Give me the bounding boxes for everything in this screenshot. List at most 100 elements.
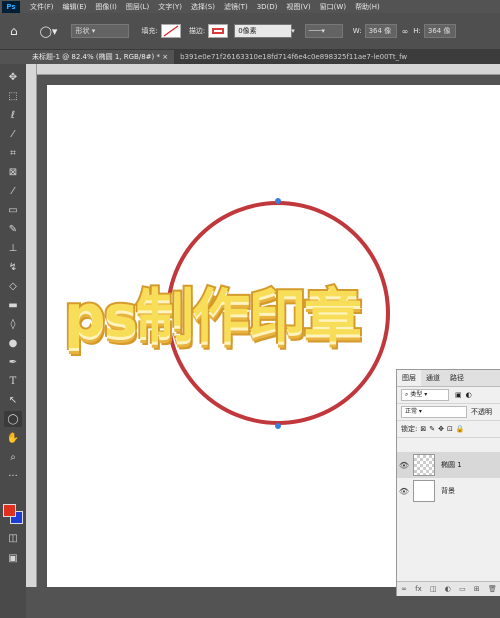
stroke-width-field[interactable]: 0像素: [234, 24, 293, 38]
group-icon[interactable]: ▭: [459, 585, 466, 593]
lock-row: 锁定: ⊠ ✎ ✥ ⊡ 🔒: [397, 421, 500, 438]
layer-row-background[interactable]: 👁 背景: [397, 478, 500, 504]
stroke-swatch[interactable]: [208, 24, 229, 38]
opacity-label: 不透明: [471, 408, 492, 416]
tab-image-file[interactable]: b391e0e71f26163310e18fd714f6e4c0e898325f…: [174, 50, 413, 64]
menu-image[interactable]: 图像(I): [95, 2, 117, 12]
stamp-icon[interactable]: ⊥: [4, 240, 22, 256]
fill-swatch[interactable]: [160, 24, 181, 38]
width-input[interactable]: 364 像: [364, 24, 397, 38]
gradient-icon[interactable]: ▬: [4, 297, 22, 313]
visibility-eye-icon[interactable]: 👁: [397, 487, 411, 496]
link-icon[interactable]: ∞: [402, 27, 409, 36]
lock-all-icon[interactable]: 🔒: [456, 425, 465, 433]
lasso-icon[interactable]: ℓ: [4, 107, 22, 123]
layers-panel: 图层 通道 路径 ⌕ 类型 ▾ ▣ ◐ 正常 ▾ 不透明 锁定: ⊠ ✎ ✥ ⊡…: [396, 369, 500, 596]
tab-label: b391e0e71f26163310e18fd714f6e4c0e898325f…: [180, 53, 408, 61]
layer-name: 椭圆 1: [441, 461, 462, 469]
tab-channels[interactable]: 通道: [421, 373, 445, 383]
move-icon[interactable]: ✥: [4, 69, 22, 85]
tab-untitled-1[interactable]: 未标题-1 @ 82.4% (椭圆 1, RGB/8#) * ×: [26, 50, 175, 64]
stroke-width-dropdown[interactable]: ▾: [291, 27, 295, 35]
workspace-background: [26, 587, 396, 618]
fill-label: 填充:: [141, 27, 158, 35]
path-select-icon[interactable]: ↖: [4, 392, 22, 408]
blend-row: 正常 ▾ 不透明: [397, 404, 500, 421]
ellipse-icon[interactable]: ◯: [4, 411, 22, 427]
menu-edit[interactable]: 编辑(E): [63, 2, 87, 12]
menu-select[interactable]: 选择(S): [191, 2, 215, 12]
menu-layer[interactable]: 图层(L): [126, 2, 149, 12]
eyedropper-icon[interactable]: ⁄: [4, 183, 22, 199]
menu-window[interactable]: 窗口(W): [320, 2, 346, 12]
zoom-icon[interactable]: ⌕: [4, 449, 22, 465]
delete-icon[interactable]: 🗑: [488, 585, 497, 593]
ps-logo: Ps: [2, 0, 20, 13]
pen-icon[interactable]: ✒: [4, 354, 22, 370]
path-anchor-bottom[interactable]: [275, 423, 281, 429]
h-label: H:: [413, 27, 421, 35]
layer-filter-value: 类型: [410, 391, 423, 398]
screen-mode-icon[interactable]: ▣: [4, 550, 22, 566]
menu-file[interactable]: 文件(F): [30, 2, 54, 12]
close-icon[interactable]: ×: [162, 53, 168, 61]
height-value: 364 像: [427, 27, 451, 35]
link-layers-icon[interactable]: ∞: [401, 585, 407, 593]
lock-transparent-icon[interactable]: ⊠: [420, 425, 426, 433]
stroke-label: 描边:: [188, 27, 206, 35]
path-anchor-top[interactable]: [275, 198, 281, 204]
menu-help[interactable]: 帮助(H): [355, 2, 380, 12]
healing-icon[interactable]: ▭: [4, 202, 22, 218]
new-layer-icon[interactable]: ⊞: [474, 585, 480, 593]
fx-icon[interactable]: fx: [415, 585, 422, 593]
lock-move-icon[interactable]: ✥: [438, 425, 444, 433]
tool-mode-value: 形状: [75, 27, 90, 35]
ellipse-tool-preset-icon[interactable]: ◯▾: [40, 25, 58, 38]
layer-row-ellipse[interactable]: 👁 椭圆 1: [397, 452, 500, 478]
blur-icon[interactable]: ◊: [4, 316, 22, 332]
layer-filter-row: ⌕ 类型 ▾ ▣ ◐: [397, 387, 500, 404]
type-icon[interactable]: T: [4, 373, 22, 389]
frame-icon[interactable]: ⊠: [4, 164, 22, 180]
layer-filter-select[interactable]: ⌕ 类型 ▾: [401, 389, 449, 401]
marquee-icon[interactable]: ⬚: [4, 88, 22, 104]
eraser-icon[interactable]: ◇: [4, 278, 22, 294]
no-fill-icon: [163, 25, 179, 37]
menu-3d[interactable]: 3D(D): [257, 3, 278, 11]
home-icon[interactable]: ⌂: [10, 24, 18, 38]
tool-mode-select[interactable]: 形状 ▾: [71, 24, 130, 38]
foreground-color-swatch[interactable]: [3, 504, 16, 517]
lock-paint-icon[interactable]: ✎: [429, 425, 435, 433]
overlay-title-text: ps制作印章: [62, 280, 364, 352]
mask-icon[interactable]: ◫: [430, 585, 437, 593]
visibility-eye-icon[interactable]: 👁: [397, 461, 411, 470]
lock-artboard-icon[interactable]: ⊡: [447, 425, 453, 433]
filter-adjust-icon[interactable]: ◐: [466, 391, 472, 399]
brush-icon[interactable]: ✎: [4, 221, 22, 237]
filter-pixel-icon[interactable]: ▣: [455, 391, 462, 399]
menu-filter[interactable]: 滤镜(T): [224, 2, 248, 12]
height-input[interactable]: 364 像: [423, 24, 456, 38]
hand-icon[interactable]: ✋: [4, 430, 22, 446]
stroke-type-select[interactable]: ───▾: [304, 24, 343, 38]
more-icon[interactable]: ···: [4, 468, 22, 484]
stroke-color-chip: [212, 28, 225, 34]
tab-paths[interactable]: 路径: [445, 373, 469, 383]
blend-mode-value: 正常: [405, 408, 418, 415]
ruler-vertical: [26, 64, 37, 618]
quick-mask-icon[interactable]: ◫: [4, 530, 22, 546]
tab-label: 未标题-1 @ 82.4% (椭圆 1, RGB/8#) *: [32, 53, 160, 61]
width-value: 364 像: [368, 27, 392, 35]
dodge-icon[interactable]: ●: [4, 335, 22, 351]
menu-type[interactable]: 文字(Y): [158, 2, 182, 12]
stroke-width-value: 0像素: [238, 27, 257, 35]
history-brush-icon[interactable]: ↯: [4, 259, 22, 275]
tab-layers[interactable]: 图层: [397, 370, 421, 386]
blend-mode-select[interactable]: 正常 ▾: [401, 406, 467, 418]
menu-view[interactable]: 视图(V): [286, 2, 310, 12]
adjustment-icon[interactable]: ◐: [445, 585, 451, 593]
magic-wand-icon[interactable]: ⁄: [4, 126, 22, 142]
layer-name: 背景: [441, 487, 455, 495]
crop-icon[interactable]: ⌗: [4, 145, 22, 161]
tools-panel: ✥ ⬚ ℓ ⁄ ⌗ ⊠ ⁄ ▭ ✎ ⊥ ↯ ◇ ▬ ◊ ● ✒ T ↖ ◯ ✋ …: [0, 64, 27, 618]
